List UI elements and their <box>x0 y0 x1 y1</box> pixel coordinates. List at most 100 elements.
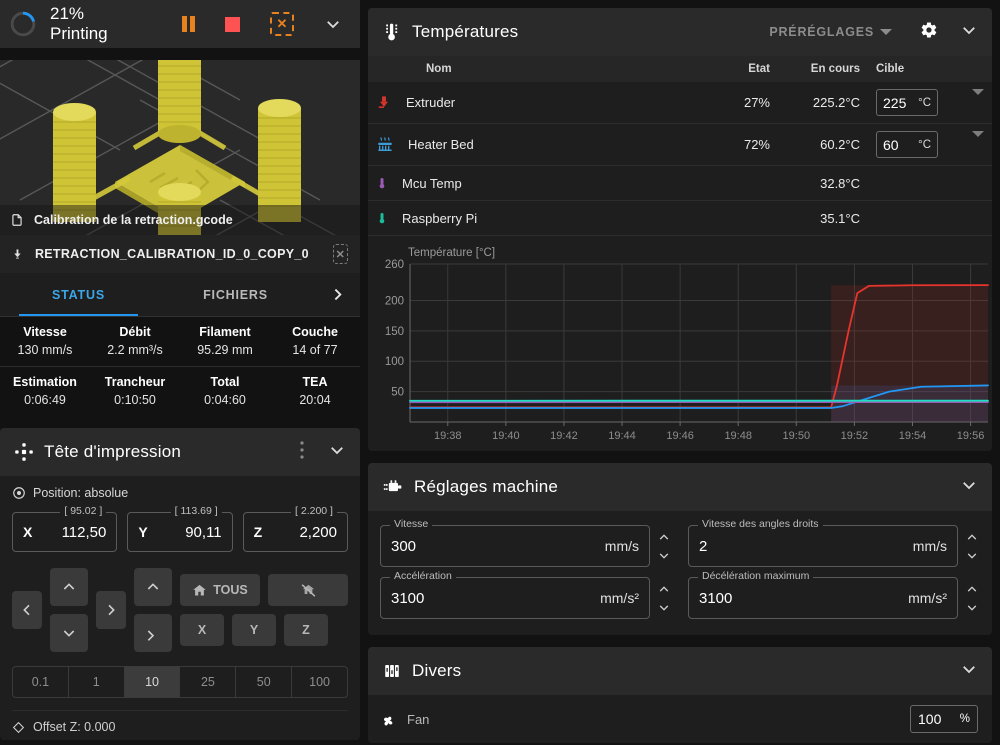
field-row-angles: Vitesse des angles droits 2 mm/s <box>688 525 980 567</box>
deceleration-label: Décélération maximum <box>698 570 813 582</box>
extruder-target-input[interactable]: 225 °C <box>876 89 938 116</box>
chevron-up-icon[interactable] <box>656 583 672 596</box>
angles-input[interactable]: Vitesse des angles droits 2 mm/s <box>688 525 958 567</box>
deceleration-value: 3100 <box>699 590 732 607</box>
chevron-down-icon <box>880 29 892 35</box>
chevron-down-icon[interactable] <box>964 549 980 562</box>
jog-z-plus-button[interactable] <box>134 568 172 606</box>
stat-estimation-value: 0:06:49 <box>2 393 88 407</box>
table-row[interactable]: Raspberry Pi 35.1°C <box>368 201 992 236</box>
temp-row-rpi-state <box>698 201 778 236</box>
app-root: 21% Printing ✕ <box>0 0 1000 745</box>
fan-unit: % <box>960 713 970 725</box>
printhead-menu-button[interactable] <box>286 441 318 464</box>
tab-fichiers[interactable]: FICHIERS <box>157 273 314 316</box>
deceleration-unit: mm/s² <box>908 590 947 606</box>
pause-button[interactable] <box>174 12 203 36</box>
field-row-vitesse: Vitesse 300 mm/s <box>380 525 672 567</box>
step-25[interactable]: 25 <box>180 667 236 697</box>
axis-y-target: [ 113.69 ] <box>171 505 222 517</box>
stat-trancheur-value: 0:10:50 <box>92 393 178 407</box>
jog-y-plus-button[interactable] <box>50 568 88 606</box>
gcode-preview[interactable]: Calibration de la retraction.gcode <box>0 60 360 235</box>
svg-text:100: 100 <box>385 356 404 368</box>
misc-collapse-button[interactable] <box>960 660 978 683</box>
jog-y-minus-button[interactable] <box>50 614 88 652</box>
step-1[interactable]: 1 <box>69 667 125 697</box>
printhead-collapse-button[interactable] <box>328 441 346 464</box>
acceleration-input[interactable]: Accélération 3100 mm/s² <box>380 577 650 619</box>
acceleration-unit: mm/s² <box>600 590 639 606</box>
step-10[interactable]: 10 <box>125 667 181 697</box>
axis-y[interactable]: [ 113.69 ] Y 90,11 <box>127 512 232 552</box>
stat-tea: TEA 20:04 <box>270 367 360 416</box>
fan-label: Fan <box>407 712 429 727</box>
angles-label: Vitesse des angles droits <box>698 518 823 530</box>
extrude-object-icon <box>12 246 23 262</box>
home-row-top: TOUS <box>180 574 348 606</box>
chevron-right-icon <box>103 602 119 618</box>
presets-dropdown[interactable]: PRÉRÉGLAGES <box>769 25 892 39</box>
chevron-up-icon[interactable] <box>964 583 980 596</box>
chevron-down-icon <box>960 476 978 494</box>
axis-y-value: 90,11 <box>148 524 222 541</box>
fan-input[interactable]: 100 % <box>910 705 978 733</box>
table-row[interactable]: Mcu Temp 32.8°C <box>368 166 992 201</box>
vitesse-input[interactable]: Vitesse 300 mm/s <box>380 525 650 567</box>
tab-status[interactable]: STATUS <box>0 273 157 316</box>
table-row[interactable]: Extruder 27% 225.2°C 225 °C <box>368 82 992 124</box>
chevron-up-icon[interactable] <box>964 531 980 544</box>
acceleration-label: Accélération <box>390 570 456 582</box>
deceleration-input[interactable]: Décélération maximum 3100 mm/s² <box>688 577 958 619</box>
step-100[interactable]: 100 <box>292 667 347 697</box>
chevron-down-icon[interactable] <box>964 601 980 614</box>
collapse-status-button[interactable] <box>316 11 350 37</box>
misc-card: Divers Fan 100 % <box>368 647 992 743</box>
print-status-bar: 21% Printing ✕ <box>0 0 360 48</box>
bed-preset-menu-button[interactable] <box>958 124 992 166</box>
home-x-button[interactable]: X <box>180 614 224 646</box>
temperatures-table-header: Nom Etat En cours Cible <box>368 56 992 82</box>
tabs-next-button[interactable] <box>314 273 360 316</box>
extruder-icon <box>376 94 392 112</box>
svg-text:19:56: 19:56 <box>957 430 985 442</box>
temperatures-collapse-button[interactable] <box>960 21 978 44</box>
chevron-down-icon[interactable] <box>656 549 672 562</box>
jog-x-plus-button[interactable] <box>96 591 126 629</box>
motors-off-button[interactable] <box>268 574 348 606</box>
fan-icon <box>382 712 397 727</box>
exclude-object-small-button[interactable]: ✕ <box>333 244 348 264</box>
temp-row-bed-name: Heater Bed <box>408 137 474 152</box>
stat-filament: Filament 95.29 mm <box>180 317 270 366</box>
home-all-button[interactable]: TOUS <box>180 574 260 606</box>
axis-z-value: 2,200 <box>262 524 337 541</box>
stat-debit-label: Débit <box>92 325 178 339</box>
temperature-chart[interactable]: Température [°C]5010015020026019:3819:40… <box>368 236 992 451</box>
step-50[interactable]: 50 <box>236 667 292 697</box>
temperatures-settings-button[interactable] <box>902 21 950 44</box>
col-encours: En cours <box>778 56 868 82</box>
jog-z-minus-button[interactable] <box>134 614 172 652</box>
jog-x-minus-button[interactable] <box>12 591 42 629</box>
step-0.1[interactable]: 0.1 <box>13 667 69 697</box>
chevron-down-icon <box>972 89 984 110</box>
temperature-chart-svg: Température [°C]5010015020026019:3819:40… <box>372 242 992 450</box>
chevron-up-icon[interactable] <box>656 531 672 544</box>
bed-target-input[interactable]: 60 °C <box>876 131 938 158</box>
stat-filament-value: 95.29 mm <box>182 343 268 357</box>
chevron-down-icon[interactable] <box>656 601 672 614</box>
stop-button[interactable] <box>217 13 248 36</box>
table-row[interactable]: Heater Bed 72% 60.2°C 60 °C <box>368 124 992 166</box>
home-all-label: TOUS <box>213 583 248 597</box>
printhead-icon <box>14 442 34 462</box>
home-y-button[interactable]: Y <box>232 614 276 646</box>
presets-label: PRÉRÉGLAGES <box>769 25 874 39</box>
machine-collapse-button[interactable] <box>960 476 978 499</box>
exclude-object-button[interactable]: ✕ <box>262 8 302 40</box>
axis-x[interactable]: [ 95.02 ] X 112,50 <box>12 512 117 552</box>
home-z-button[interactable]: Z <box>284 614 328 646</box>
temp-row-rpi-name-cell: Raspberry Pi <box>368 201 698 236</box>
extruder-preset-menu-button[interactable] <box>958 82 992 124</box>
axis-z[interactable]: [ 2.200 ] Z 2,200 <box>243 512 348 552</box>
axis-x-name: X <box>23 524 32 540</box>
